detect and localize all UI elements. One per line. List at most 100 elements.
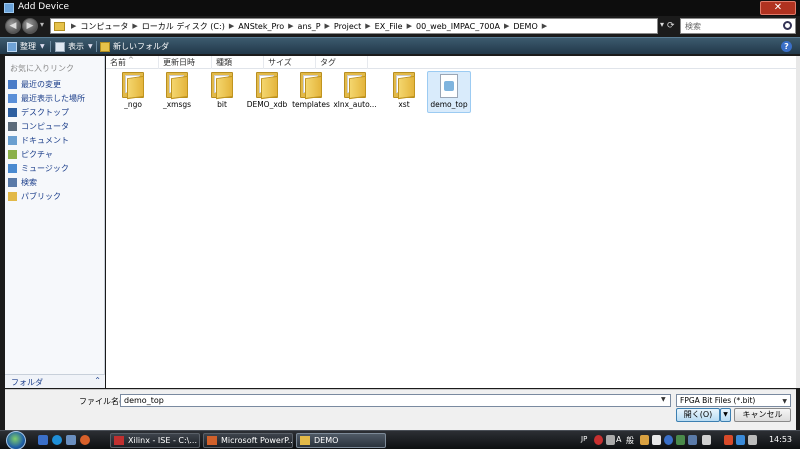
column-header-size[interactable]: サイズ xyxy=(264,56,316,69)
address-bar[interactable]: ▶ コンピュータ ▶ ローカル ディスク (C:) ▶ ANStek_Pro ▶… xyxy=(50,18,658,34)
tray-caps-icon[interactable] xyxy=(702,435,711,445)
network-icon[interactable] xyxy=(736,435,745,445)
volume-icon[interactable] xyxy=(748,435,757,445)
column-header-row: 名前 ^ 更新日時 種類 サイズ タグ xyxy=(106,56,796,69)
help-icon[interactable]: ? xyxy=(781,41,792,52)
folder-item[interactable]: xlnx_auto... xyxy=(333,71,377,113)
folder-item[interactable]: _xmsgs xyxy=(155,71,199,113)
cancel-button[interactable]: キャンセル xyxy=(734,408,791,422)
nav-item-computer[interactable]: コンピュータ xyxy=(8,120,69,133)
breadcrumb-ans-p[interactable]: ans_P xyxy=(298,22,321,31)
views-button[interactable]: 表示 ▼ xyxy=(55,40,93,53)
ime-icon[interactable] xyxy=(594,435,603,445)
chevron-right-icon[interactable]: ▶ xyxy=(504,22,509,30)
breadcrumb-ex-file[interactable]: EX_File xyxy=(375,22,403,31)
column-header-name[interactable]: 名前 ^ xyxy=(106,56,159,69)
folder-icon xyxy=(122,72,144,100)
folder-item[interactable]: _ngo xyxy=(111,71,155,113)
nav-item-pictures[interactable]: ピクチャ xyxy=(8,148,53,161)
chevron-up-icon: ⌃ xyxy=(94,376,101,385)
folder-icon xyxy=(300,72,322,100)
column-header-tags[interactable]: タグ xyxy=(316,56,368,69)
open-button[interactable]: 開く(O) xyxy=(676,408,720,422)
tray-security-icon[interactable] xyxy=(724,435,733,445)
search-placeholder: 検索 xyxy=(685,22,701,31)
nav-item-music[interactable]: ミュージック xyxy=(8,162,69,175)
tray-app-icon[interactable] xyxy=(676,435,685,445)
breadcrumb-local-disk[interactable]: ローカル ディスク (C:) xyxy=(142,21,225,32)
window-edge-scrollbar[interactable] xyxy=(796,56,800,388)
taskbar-button-xilinx[interactable]: Xilinx - ISE - C:\... xyxy=(110,433,200,448)
help-icon[interactable] xyxy=(664,435,673,445)
open-options-dropdown[interactable]: ▼ xyxy=(720,408,731,422)
navigation-pane: お気に入りリンク 最近の変更 最近表示した場所 デスクトップ コンピュータ ドキ… xyxy=(5,56,105,374)
nav-item-search[interactable]: 検索 xyxy=(8,176,37,189)
file-type-select[interactable]: FPGA Bit Files (*.bit) ▼ xyxy=(676,394,791,407)
nav-item-label: デスクトップ xyxy=(21,108,69,117)
breadcrumb-demo[interactable]: DEMO xyxy=(513,22,537,31)
chevron-down-icon: ▼ xyxy=(88,43,93,50)
breadcrumb-project[interactable]: Project xyxy=(334,22,361,31)
chevron-right-icon[interactable]: ▶ xyxy=(407,22,412,30)
taskbar-button-powerpoint[interactable]: Microsoft PowerP... xyxy=(203,433,293,448)
input-mode-ime[interactable]: 般 xyxy=(626,435,634,446)
input-mode-a[interactable]: A xyxy=(616,435,621,444)
column-header-modified[interactable]: 更新日時 xyxy=(159,56,212,69)
address-dropdown[interactable]: ▾ xyxy=(660,20,664,29)
nav-item-recent-places[interactable]: 最近表示した場所 xyxy=(8,92,85,105)
nav-item-documents[interactable]: ドキュメント xyxy=(8,134,69,147)
tray-tool-icon[interactable] xyxy=(640,435,649,445)
search-input[interactable]: 検索 xyxy=(680,18,796,34)
filename-input[interactable]: demo_top xyxy=(120,394,671,407)
chevron-right-icon[interactable]: ▶ xyxy=(325,22,330,30)
start-button[interactable] xyxy=(6,431,26,449)
folder-item[interactable]: bit xyxy=(200,71,244,113)
organize-button[interactable]: 整理 ▼ xyxy=(7,40,45,53)
clock[interactable]: 14:53 xyxy=(769,435,792,444)
chevron-right-icon[interactable]: ▶ xyxy=(542,22,547,30)
dialog-footer: ファイル名(N): demo_top ▼ FPGA Bit Files (*.b… xyxy=(5,389,796,430)
bit-file-icon xyxy=(440,74,458,98)
item-label: bit xyxy=(217,100,227,109)
refresh-icon[interactable]: ⟳ xyxy=(667,18,677,34)
firefox-icon[interactable] xyxy=(80,435,90,445)
command-bar: 整理 ▼ 表示 ▼ 新しいフォルダ ? xyxy=(0,37,800,54)
organize-label: 整理 xyxy=(20,42,36,51)
back-button[interactable]: ◀ xyxy=(5,18,21,34)
chevron-right-icon[interactable]: ▶ xyxy=(132,22,137,30)
folder-item[interactable]: xst xyxy=(382,71,426,113)
breadcrumb-computer[interactable]: コンピュータ xyxy=(80,21,128,32)
chevron-down-icon[interactable]: ▼ xyxy=(661,396,666,403)
file-item-selected[interactable]: demo_top xyxy=(427,71,471,113)
breadcrumb-anstek-pro[interactable]: ANStek_Pro xyxy=(238,22,284,31)
new-folder-button[interactable]: 新しいフォルダ xyxy=(100,40,169,53)
chevron-right-icon[interactable]: ▶ xyxy=(365,22,370,30)
ime-settings-icon[interactable] xyxy=(606,435,615,445)
toolbar-divider xyxy=(96,41,97,52)
chevron-right-icon[interactable]: ▶ xyxy=(288,22,293,30)
show-desktop-icon[interactable] xyxy=(38,435,48,445)
internet-explorer-icon[interactable] xyxy=(52,435,62,445)
folder-item[interactable]: templates xyxy=(289,71,333,113)
switch-windows-icon[interactable] xyxy=(66,435,76,445)
language-indicator[interactable]: JP xyxy=(581,435,587,443)
folders-toggle[interactable]: フォルダ ⌃ xyxy=(5,374,105,388)
file-type-value: FPGA Bit Files (*.bit) xyxy=(680,396,756,405)
taskbar-button-demo[interactable]: DEMO xyxy=(296,433,386,448)
forward-button[interactable]: ▶ xyxy=(22,18,38,34)
tray-app-icon[interactable] xyxy=(688,435,697,445)
close-button[interactable]: ✕ xyxy=(760,1,796,15)
breadcrumb-web-impac[interactable]: 00_web_IMPAC_700A xyxy=(416,22,500,31)
item-label: demo_top xyxy=(430,100,468,109)
folder-item[interactable]: DEMO_xdb xyxy=(245,71,289,113)
nav-item-recent-changes[interactable]: 最近の変更 xyxy=(8,78,61,91)
item-label: xst xyxy=(398,100,410,109)
nav-item-desktop[interactable]: デスクトップ xyxy=(8,106,69,119)
chevron-right-icon[interactable]: ▶ xyxy=(71,22,76,30)
nav-item-label: パブリック xyxy=(21,192,61,201)
nav-item-public[interactable]: パブリック xyxy=(8,190,61,203)
column-header-type[interactable]: 種類 xyxy=(212,56,264,69)
tray-document-icon[interactable] xyxy=(652,435,661,445)
recent-pages-dropdown[interactable]: ▾ xyxy=(40,20,44,29)
chevron-right-icon[interactable]: ▶ xyxy=(229,22,234,30)
